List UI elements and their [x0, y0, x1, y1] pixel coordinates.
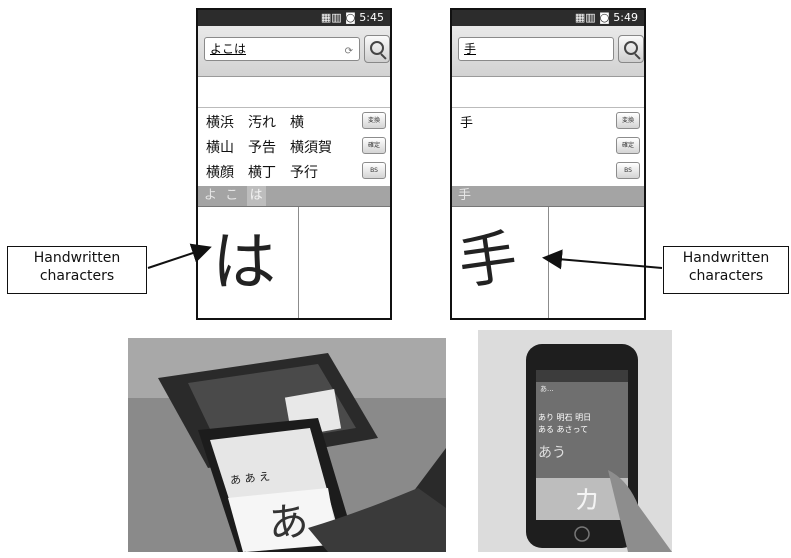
photo-header: あ...: [540, 385, 554, 393]
candidate[interactable]: 横浜: [206, 112, 234, 132]
candidate[interactable]: 横須賀: [290, 137, 332, 157]
search-button[interactable]: [618, 35, 644, 63]
backspace-button[interactable]: BS: [616, 162, 640, 179]
convert-button[interactable]: 変換: [362, 112, 386, 129]
pad-divider: [548, 207, 549, 318]
empty-area: [198, 77, 390, 108]
reading-char-active: は: [246, 186, 266, 206]
candidate[interactable]: 横丁: [248, 162, 276, 182]
status-time: 5:45: [359, 11, 384, 24]
candidate[interactable]: 横: [290, 112, 304, 132]
handwriting-text: は: [212, 226, 276, 300]
status-time: 5:49: [613, 11, 638, 24]
reading-char: よ: [204, 188, 218, 203]
photo-handset-right: あ... あり 明石 明日 ある あさって あう カ: [478, 330, 672, 552]
search-input[interactable]: よこは ⟳: [204, 37, 360, 61]
confirm-button[interactable]: 確定: [616, 137, 640, 154]
convert-button[interactable]: 変換: [616, 112, 640, 129]
reading-bar: よ こ は: [198, 186, 390, 206]
search-input[interactable]: 手: [458, 37, 614, 61]
search-row: 手: [452, 26, 644, 77]
candidate-list: 手 変換 確定 BS: [452, 108, 644, 186]
search-input-value: よこは: [210, 42, 247, 56]
right-phone-screenshot: ▦▥ ◙ 5:49 手 手 変換 確定 BS 手 手: [450, 8, 646, 320]
reading-char: こ: [225, 188, 239, 203]
search-input-value: 手: [464, 42, 477, 56]
handwriting-pad[interactable]: は: [198, 206, 390, 318]
handwritten-characters-label-right: Handwritten characters: [663, 246, 789, 294]
refresh-icon: ⟳: [344, 46, 353, 57]
status-bar: ▦▥ ◙ 5:45: [198, 10, 390, 26]
reading-char: 手: [458, 188, 472, 203]
network-icon: ▦▥ ◙: [574, 11, 614, 24]
handwriting-text: 手: [454, 222, 522, 298]
candidate[interactable]: 横顔: [206, 162, 234, 182]
handwritten-characters-label-left: Handwritten characters: [7, 246, 147, 294]
search-row: よこは ⟳: [198, 26, 390, 77]
left-phone-screenshot: ▦▥ ◙ 5:45 よこは ⟳ 横浜 汚れ 横 横山 予告 横須賀 横顔 横丁 …: [196, 8, 392, 320]
empty-area: [452, 77, 644, 108]
candidate[interactable]: 横山: [206, 137, 234, 157]
reading-bar: 手: [452, 186, 644, 206]
status-bar: ▦▥ ◙ 5:49: [452, 10, 644, 26]
photo-handwriting: あ: [266, 498, 311, 548]
search-button[interactable]: [364, 35, 390, 63]
candidate[interactable]: 汚れ: [248, 112, 276, 132]
candidate[interactable]: 予告: [248, 137, 276, 157]
photo-reading: あう: [538, 445, 566, 461]
photo-candidates: あり 明石 明日 ある あさって: [538, 413, 592, 434]
photo-handwriting: カ: [574, 486, 601, 516]
confirm-button[interactable]: 確定: [362, 137, 386, 154]
pad-divider: [298, 207, 299, 318]
candidate[interactable]: 手: [460, 112, 473, 131]
candidate[interactable]: 予行: [290, 162, 318, 182]
backspace-button[interactable]: BS: [362, 162, 386, 179]
handwriting-pad[interactable]: 手: [452, 206, 644, 318]
network-icon: ▦▥ ◙: [320, 11, 360, 24]
candidate-list: 横浜 汚れ 横 横山 予告 横須賀 横顔 横丁 予行 変換 確定 BS: [198, 108, 390, 186]
photo-handset-left: あ あ え あ: [128, 338, 446, 552]
